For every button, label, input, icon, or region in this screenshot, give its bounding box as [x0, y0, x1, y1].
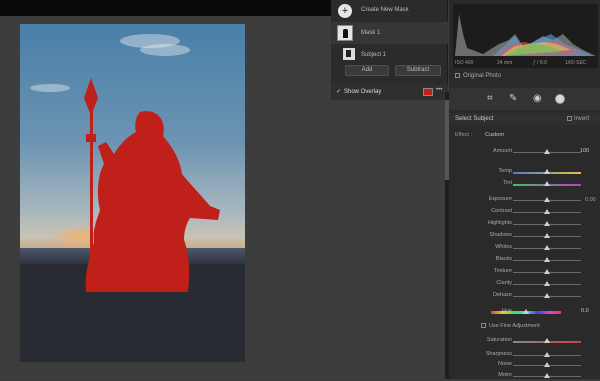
slider-thumb[interactable] [544, 181, 550, 186]
mask-row-mask1[interactable]: Mask 1 [331, 22, 448, 44]
slider-thumb[interactable] [544, 221, 550, 226]
shutter-speed: 1/60 SEC [565, 60, 587, 66]
subject-component-icon [343, 48, 355, 60]
mask-section-header: Select Subject Invert [449, 113, 600, 125]
photo[interactable] [20, 24, 245, 362]
amount-thumb[interactable] [544, 149, 550, 154]
person-icon [346, 50, 351, 57]
slider-label: Tint [503, 180, 512, 186]
checkmark-icon[interactable]: ✓ [336, 88, 341, 95]
mask-overlay-shape [84, 78, 220, 292]
mask1-label: Mask 1 [361, 30, 381, 36]
slider-row-tint[interactable]: Tint [449, 180, 600, 189]
slider-row-exposure[interactable]: Exposure [449, 196, 600, 205]
slider-thumb[interactable] [544, 293, 550, 298]
histogram-graph [455, 14, 596, 56]
tool-strip: ⌗ ✎ ◉ [449, 88, 600, 110]
masking-icon[interactable] [555, 94, 565, 104]
subtract-button-label: Subtract [406, 67, 430, 73]
slider-row-temp[interactable]: Temp [449, 168, 600, 177]
slider-row-dehaze[interactable]: Dehaze [449, 292, 600, 301]
slider-label: Dehaze [493, 292, 512, 298]
slider-label: Shadows [489, 232, 512, 238]
slider-label: Whites [495, 244, 512, 250]
histogram: ISO 400 24 mm ƒ / 8.0 1/60 SEC [453, 4, 598, 68]
hue-thumb[interactable] [523, 309, 529, 314]
slider-thumb[interactable] [544, 197, 550, 202]
select-subject-title: Select Subject [455, 116, 494, 122]
red-eye-icon[interactable]: ◉ [533, 93, 542, 104]
slider-row-saturation[interactable]: Saturation [449, 337, 600, 346]
slider-thumb[interactable] [544, 269, 550, 274]
slider-row-clarity[interactable]: Clarity [449, 280, 600, 289]
slider-thumb[interactable] [544, 233, 550, 238]
crop-icon[interactable]: ⌗ [487, 93, 493, 104]
create-new-mask-label[interactable]: Create New Mask [361, 7, 409, 13]
more-options-icon[interactable]: ••• [436, 87, 442, 93]
add-button-label: Add [361, 67, 373, 73]
slider-label: Blacks [495, 256, 512, 262]
develop-panel: ISO 400 24 mm ƒ / 8.0 1/60 SEC Original … [449, 0, 600, 379]
slider-row-moire[interactable]: Moire [449, 372, 600, 381]
amount-label: Amount [493, 148, 512, 154]
add-mask-icon[interactable]: + [338, 4, 352, 18]
slider-label: Temp [498, 168, 512, 174]
slider-label: Sharpness [485, 351, 512, 357]
slider-row-blacks[interactable]: Blacks [449, 256, 600, 265]
slider-row-shadows[interactable]: Shadows [449, 232, 600, 241]
subtract-button[interactable]: Subtract [395, 65, 441, 76]
slider-thumb[interactable] [544, 169, 550, 174]
invert-label: Invert [574, 116, 590, 122]
show-overlay-label: Show Overlay [344, 89, 382, 95]
slider-label: Highlights [487, 220, 512, 226]
hue-slider-row[interactable]: Hue 0.0 [449, 308, 600, 317]
fine-adjustment-label: Use Fine Adjustment [489, 323, 540, 329]
slider-label: Clarity [496, 280, 512, 286]
effect-label: Effect : [455, 132, 473, 138]
hue-value[interactable]: 0.0 [581, 308, 589, 314]
slider-label: Saturation [486, 337, 512, 343]
overlay-color-swatch[interactable] [423, 88, 433, 96]
effect-dropdown[interactable]: Custom [485, 132, 504, 138]
amount-value[interactable]: 100 [580, 148, 589, 154]
slider-row-texture[interactable]: Texture [449, 268, 600, 277]
top-bar [0, 0, 331, 16]
slider-label: Contrast [491, 208, 512, 214]
slider-thumb[interactable] [544, 257, 550, 262]
iso-value: ISO 400 [455, 60, 474, 66]
slider-thumb[interactable] [544, 352, 550, 357]
fine-adjustment-checkbox[interactable] [481, 323, 486, 328]
slider-label: Texture [493, 268, 512, 274]
masks-panel: + Create New Mask Mask 1 Subject 1 Add S… [331, 0, 448, 100]
add-button[interactable]: Add [345, 65, 389, 76]
amount-slider-row[interactable]: Amount 100 [449, 148, 600, 157]
subject-thumbnail-icon [343, 29, 348, 38]
mask-thumbnail [337, 25, 353, 41]
slider-thumb[interactable] [544, 245, 550, 250]
slider-thumb[interactable] [544, 281, 550, 286]
focal-length: 24 mm [497, 60, 513, 66]
aperture-value: ƒ / 8.0 [533, 60, 547, 66]
slider-label: Noise [497, 361, 512, 367]
slider-row-sharpness[interactable]: Sharpness [449, 351, 600, 360]
invert-checkbox[interactable] [567, 116, 572, 121]
slider-row-whites[interactable]: Whites [449, 244, 600, 253]
slider-row-noise[interactable]: Noise [449, 361, 600, 370]
slider-thumb[interactable] [544, 373, 550, 378]
slider-thumb[interactable] [544, 209, 550, 214]
slider-row-highlights[interactable]: Highlights [449, 220, 600, 229]
original-photo-checkbox[interactable] [455, 73, 460, 78]
slider-label: Moire [498, 372, 512, 378]
slider-row-contrast[interactable]: Contrast [449, 208, 600, 217]
healing-icon[interactable]: ✎ [509, 93, 517, 104]
slider-thumb[interactable] [544, 338, 550, 343]
slider-label: Exposure [488, 196, 512, 202]
subject-mask-overlay[interactable] [20, 24, 245, 362]
original-photo-label: Original Photo [463, 73, 502, 79]
subject1-label[interactable]: Subject 1 [361, 52, 386, 58]
slider-thumb[interactable] [544, 362, 550, 367]
show-overlay-row: ✓ Show Overlay ••• [331, 84, 448, 100]
